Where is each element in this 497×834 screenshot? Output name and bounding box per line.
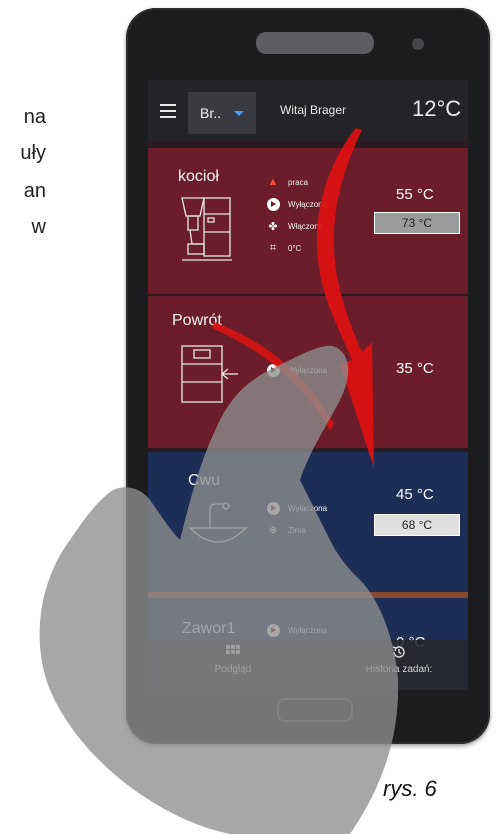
welcome-text: Witaj Brager [280,103,347,117]
side-text-line: an [23,180,46,202]
phone-home-button[interactable] [277,698,353,722]
figure-caption: rys. 6 [383,776,437,801]
app-screen: Br.. Witaj Brager 12°C kocioł ▲ praca Wy… [148,80,468,690]
current-temperature: 45 °C [396,486,434,503]
side-text-line: uły [20,142,46,164]
status-text: Wyłączona [288,626,328,635]
status-text: Zima [288,526,306,535]
pump-icon [266,623,280,637]
nav-preview-label: Podgląd [214,664,252,675]
module-select-label: Br.. [200,105,222,121]
app-header: Br.. Witaj Brager 12°C [148,80,468,142]
outdoor-temperature: 12°C [412,96,462,121]
pump-icon [266,363,280,377]
module-cwu[interactable]: Cwu Wyłączona ❄ Zima 45 °C 68 °C [148,452,468,594]
status-text: Wyłączona [288,200,328,209]
snowflake-icon: ❄ [268,524,278,537]
pump-icon [266,197,280,211]
module-kociol[interactable]: kocioł ▲ praca Wyłączona ✤ Włączona ⌗ 0°… [148,148,468,294]
nav-history-label: Historia zadań: [365,664,433,675]
set-temperature[interactable]: 68 °C [374,514,460,536]
chevron-down-icon [234,111,244,116]
module-title: Cwu [188,472,221,489]
status-text: Wyłączona [288,504,328,513]
fan-icon: ✤ [268,220,278,233]
pump-icon [266,501,280,515]
water-tank-icon [188,502,248,543]
module-select[interactable]: Br.. [188,92,256,134]
current-temperature: 35 °C [396,360,434,377]
module-title: kocioł [178,168,219,185]
phone-speaker [256,32,374,54]
feeder-icon: ⌗ [269,241,277,254]
flame-icon: ▲ [267,176,279,188]
status-text: Wyłączona [288,366,328,375]
side-text-line: na [23,106,46,128]
nav-preview[interactable]: Podgląd [168,644,298,675]
bottom-navigation: Podgląd Historia zadań: [148,640,468,690]
status-text: 0°C [288,244,302,253]
boiler-icon [181,197,232,261]
module-title: Powrót [172,312,222,329]
grid-icon [226,645,240,654]
side-text-fragment: na uły an w [0,0,60,260]
nav-history[interactable]: Historia zadań: [334,644,464,675]
module-powrot[interactable]: Powrót Wyłączona 35 °C [148,296,468,448]
status-text: praca [288,178,309,187]
status-text: Włączona [288,222,324,231]
history-icon [392,646,405,658]
side-text-line: w [31,216,46,238]
phone-camera [412,38,424,50]
smartphone: Br.. Witaj Brager 12°C kocioł ▲ praca Wy… [126,8,490,744]
current-temperature: 55 °C [396,186,434,203]
module-title: Zawor1 [182,620,236,637]
return-icon [181,345,238,403]
hamburger-menu-icon[interactable] [160,104,176,118]
set-temperature[interactable]: 73 °C [374,212,460,234]
